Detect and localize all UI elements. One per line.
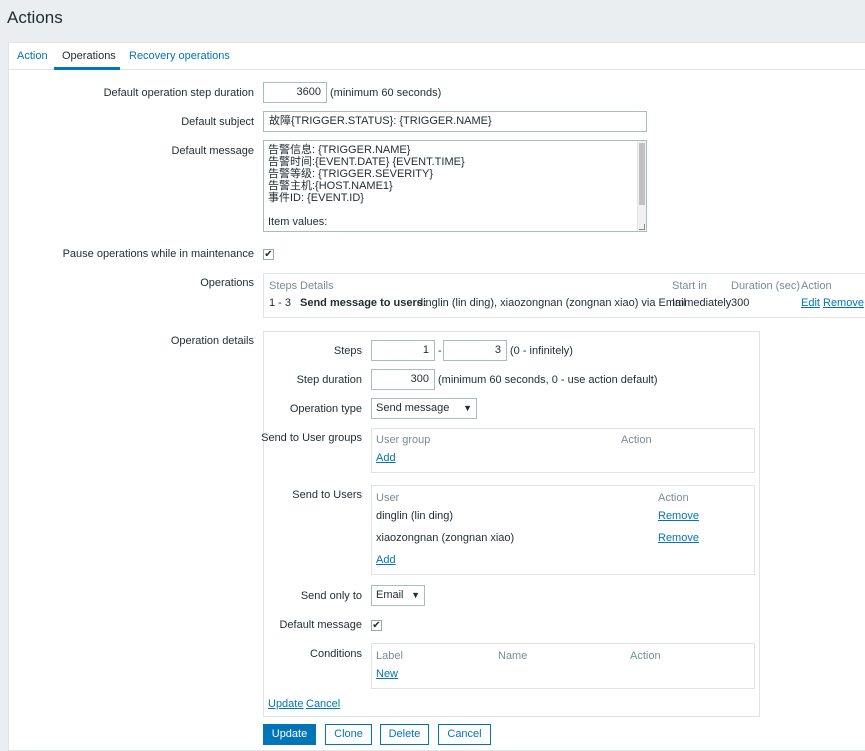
default-message-label: Default message	[171, 145, 254, 157]
message-line: 告警主机:{HOST.NAME1}	[268, 180, 393, 192]
user-groups-table: User group Action Add	[371, 428, 755, 473]
operation-type-value: Send message	[376, 402, 450, 414]
check-icon: ✔	[264, 249, 273, 260]
operation-type-label: Operation type	[289, 403, 362, 415]
add-user-group-link[interactable]: Add	[376, 452, 396, 464]
edit-operation-link[interactable]: Edit	[801, 297, 820, 309]
step-duration-detail-label: Step duration	[296, 374, 362, 386]
default-subject-label: Default subject	[181, 116, 254, 128]
conditions-table: Label Name Action New	[371, 643, 755, 689]
operation-details-users: dinglin (lin ding), xiaozongnan (zongnan…	[417, 297, 687, 309]
step-duration-detail-hint: (minimum 60 seconds, 0 - use action defa…	[438, 374, 658, 386]
col-header-group-action: Action	[621, 434, 652, 446]
user-name: dinglin (lin ding)	[376, 510, 454, 522]
col-header-details: Details	[300, 280, 334, 292]
default-message-option-label: Default message	[279, 619, 362, 631]
col-header-duration: Duration (sec)	[731, 280, 801, 292]
tab-operations[interactable]: Operations	[62, 50, 116, 62]
operation-details-box: Steps 1 - 3 (0 - infinitely) Step durati…	[261, 331, 760, 717]
col-header-start-in: Start in	[672, 280, 707, 292]
operation-type-select[interactable]: Send message ▼	[371, 398, 477, 419]
message-line	[268, 204, 642, 216]
send-only-to-label: Send only to	[300, 590, 362, 602]
col-header-user-group: User group	[376, 434, 431, 446]
user-name: xiaozongnan (zongnan xiao)	[376, 532, 515, 544]
operation-start-in: Immediately	[672, 297, 732, 309]
cancel-operation-link[interactable]: Cancel	[306, 698, 340, 710]
new-condition-link[interactable]: New	[376, 668, 398, 680]
operation-steps: 1 - 3	[269, 297, 292, 309]
page-title: Actions	[7, 8, 63, 27]
active-tab-indicator	[54, 67, 120, 70]
update-operation-link[interactable]: Update	[268, 698, 303, 710]
remove-operation-link[interactable]: Remove	[823, 297, 864, 309]
default-subject-input[interactable]: 故障{TRIGGER.STATUS}: {TRIGGER.NAME}	[263, 111, 647, 132]
clone-button[interactable]: Clone	[325, 724, 372, 745]
col-header-label: Label	[376, 650, 403, 662]
default-message-checkbox[interactable]: ✔	[371, 620, 382, 631]
steps-separator: -	[438, 345, 442, 357]
operation-details-type: Send message to users:	[300, 297, 427, 309]
message-line: 告警信息: {TRIGGER.NAME}	[268, 144, 411, 156]
check-icon: ✔	[372, 620, 381, 631]
steps-from-input[interactable]: 1	[371, 340, 435, 361]
conditions-label: Conditions	[310, 648, 362, 660]
resize-grip-icon[interactable]	[639, 224, 645, 230]
default-message-textarea[interactable]: 告警信息: {TRIGGER.NAME} 告警时间:{EVENT.DATE} {…	[263, 140, 647, 232]
message-line: 事件ID: {EVENT.ID}	[268, 192, 364, 204]
steps-to-input[interactable]: 3	[443, 340, 507, 361]
update-button[interactable]: Update	[263, 724, 316, 745]
send-only-to-value: Email	[376, 589, 404, 601]
cancel-button[interactable]: Cancel	[438, 724, 491, 745]
delete-button[interactable]: Delete	[380, 724, 429, 745]
operations-label: Operations	[200, 277, 254, 289]
scrollbar-thumb[interactable]	[639, 143, 645, 205]
textarea-scrollbar[interactable]	[637, 141, 646, 231]
step-duration-hint: (minimum 60 seconds)	[330, 87, 442, 99]
caret-down-icon: ▼	[463, 403, 472, 413]
col-header-action: Action	[801, 280, 832, 292]
operations-table: Steps Details Start in Duration (sec) Ac…	[263, 273, 865, 318]
pause-operations-label: Pause operations while in maintenance	[62, 248, 254, 260]
remove-user-link[interactable]: Remove	[658, 532, 699, 544]
message-line: 告警时间:{EVENT.DATE} {EVENT.TIME}	[268, 156, 465, 168]
step-duration-label: Default operation step duration	[103, 87, 254, 99]
operation-duration: 300	[731, 297, 750, 309]
pause-operations-checkbox[interactable]: ✔	[263, 249, 274, 260]
tab-bar: Action Operations Recovery operations	[9, 43, 865, 70]
users-table: User Action dinglin (lin ding) Remove xi…	[371, 485, 755, 575]
col-header-user-action: Action	[658, 492, 689, 504]
tab-recovery-operations[interactable]: Recovery operations	[129, 50, 230, 62]
operation-details-label: Operation details	[170, 335, 254, 347]
col-header-name: Name	[498, 650, 528, 662]
action-form: Action Operations Recovery operations De…	[8, 42, 865, 751]
step-duration-detail-input[interactable]: 300	[371, 369, 435, 390]
tab-action[interactable]: Action	[17, 50, 48, 62]
add-user-link[interactable]: Add	[376, 554, 396, 566]
col-header-condition-action: Action	[630, 650, 661, 662]
send-only-to-select[interactable]: Email ▼	[371, 585, 425, 606]
message-line: Item values:	[268, 216, 328, 228]
send-to-user-groups-label: Send to User groups	[261, 432, 362, 444]
col-header-steps: Steps	[269, 280, 298, 292]
step-duration-input[interactable]: 3600	[263, 82, 327, 103]
message-line: 告警等级: {TRIGGER.SEVERITY}	[268, 168, 434, 180]
col-header-user: User	[376, 492, 400, 504]
steps-hint: (0 - infinitely)	[510, 345, 573, 357]
remove-user-link[interactable]: Remove	[658, 510, 699, 522]
steps-label: Steps	[333, 345, 362, 357]
send-to-users-label: Send to Users	[292, 489, 362, 501]
caret-down-icon: ▼	[411, 590, 420, 600]
